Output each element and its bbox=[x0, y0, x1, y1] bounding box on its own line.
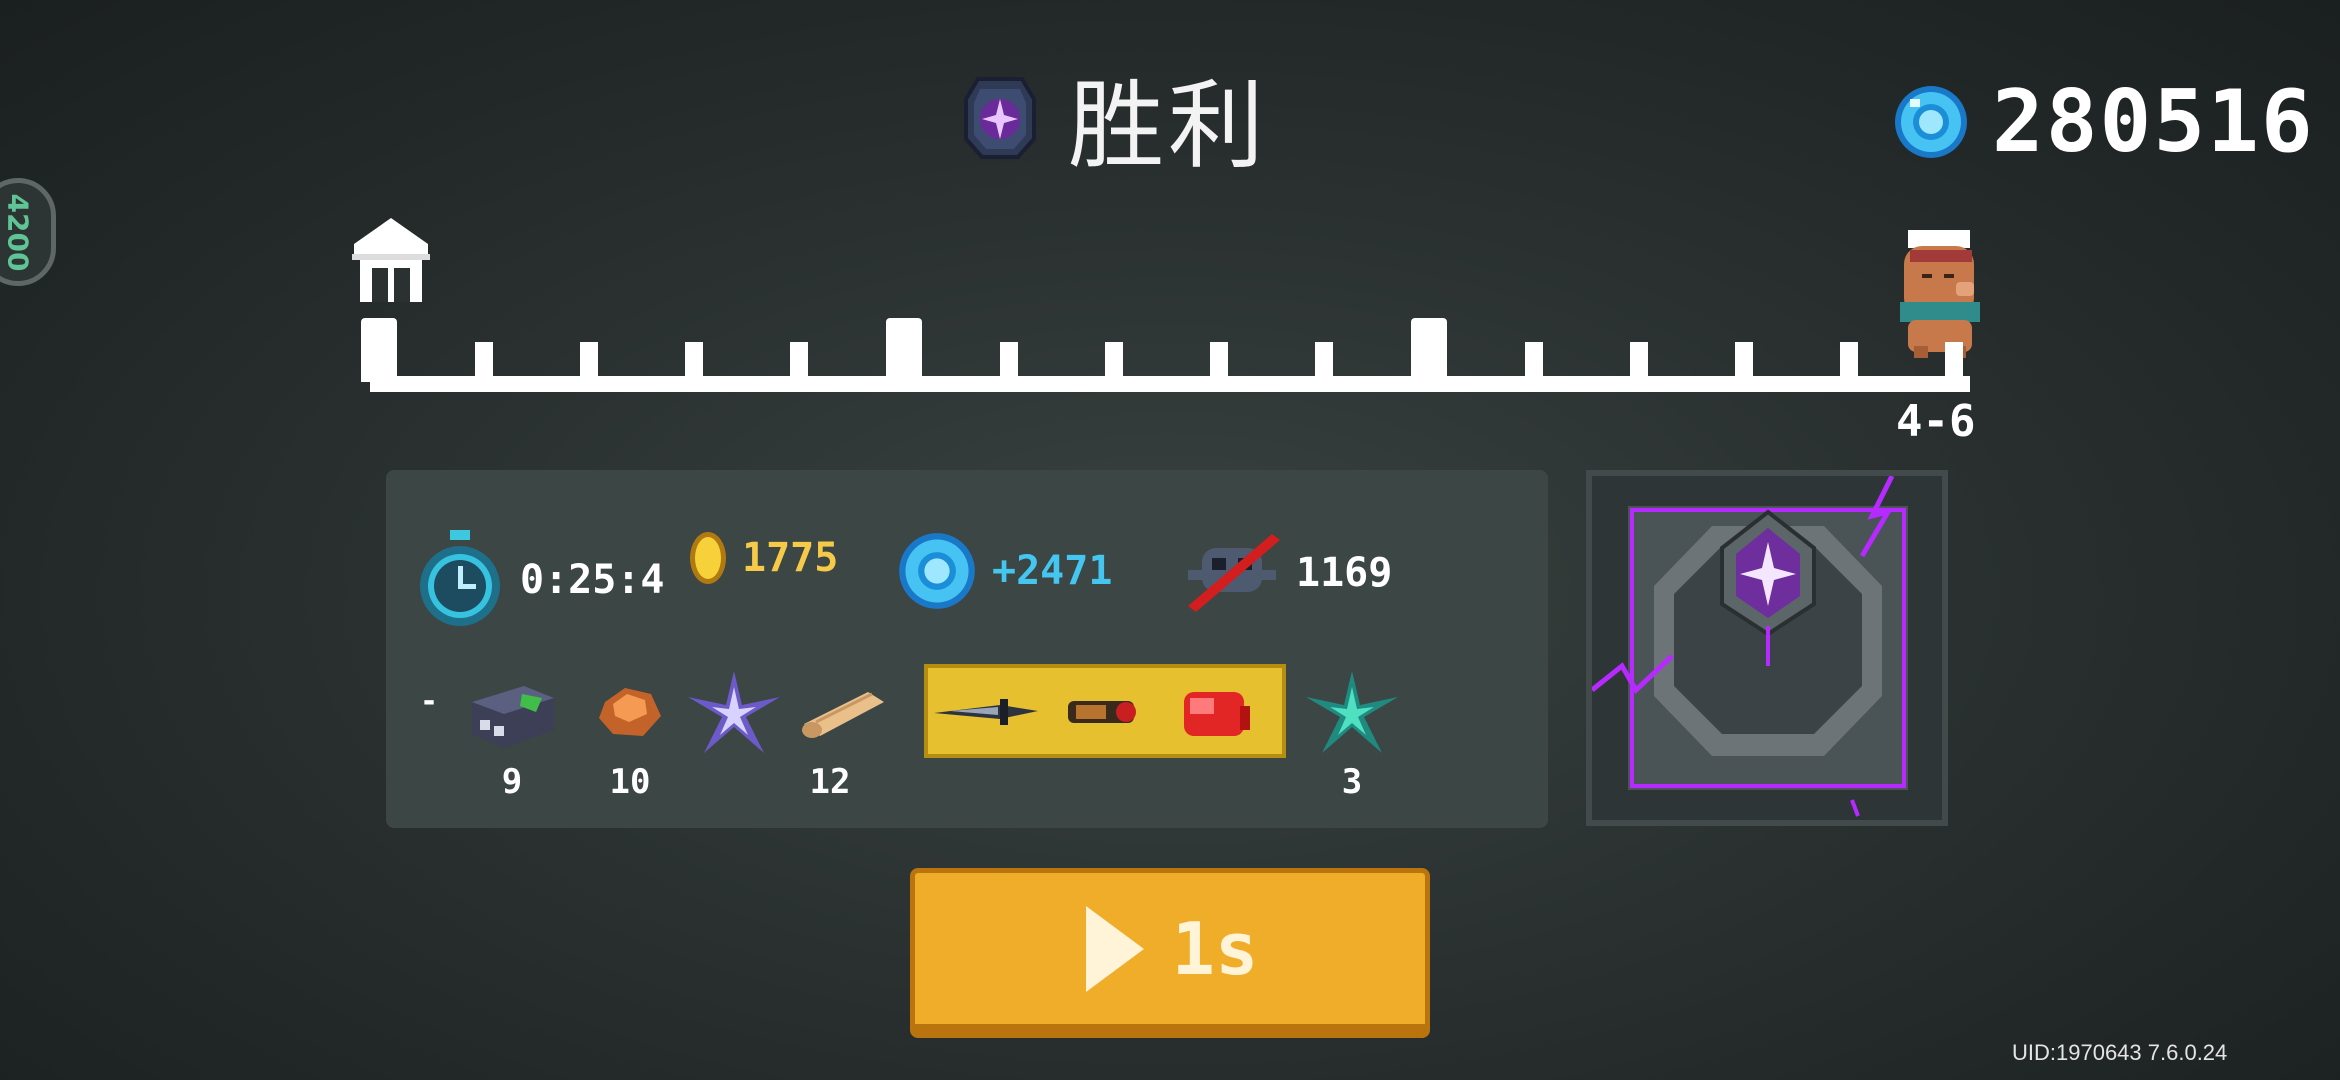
stage-marker bbox=[1315, 342, 1333, 382]
blue-gem-icon bbox=[1895, 86, 1967, 158]
gem-counter: 280516 bbox=[1892, 72, 2315, 172]
loot-count: 10 bbox=[609, 762, 651, 802]
loot-item[interactable] bbox=[462, 662, 562, 762]
dark-crystal-icon bbox=[964, 77, 1036, 159]
loot-item[interactable] bbox=[794, 662, 894, 762]
stats-panel: 0:25:4 1775 +2471 1169 - 9 10 12 3 bbox=[386, 470, 1548, 828]
stage-marker bbox=[1525, 342, 1543, 382]
reward-chest[interactable] bbox=[1586, 470, 1948, 826]
continue-button[interactable]: 1s bbox=[910, 868, 1430, 1038]
uid-version: UID:1970643 7.6.0.24 bbox=[2012, 1040, 2228, 1065]
loot-count: 9 bbox=[501, 762, 523, 802]
stage-marker-boss bbox=[886, 318, 922, 382]
stage-marker bbox=[580, 342, 598, 382]
side-badge-label: 4200 bbox=[1, 193, 35, 271]
loot-count: 12 bbox=[809, 762, 851, 802]
loot-item[interactable] bbox=[930, 662, 1042, 762]
loot-item[interactable] bbox=[684, 662, 784, 762]
loot-item[interactable] bbox=[1166, 662, 1266, 762]
stage-marker bbox=[1735, 342, 1753, 382]
blue-gem-small-icon bbox=[899, 533, 975, 609]
title-bar: 胜利 bbox=[960, 62, 1268, 182]
stat-kills: 1169 bbox=[1182, 530, 1392, 616]
stat-gems-value: +2471 bbox=[992, 548, 1113, 594]
stage-marker bbox=[1840, 342, 1858, 382]
purple-shard-icon bbox=[688, 671, 780, 753]
continue-button-label: 1s bbox=[1171, 906, 1259, 991]
stage-marker bbox=[475, 342, 493, 382]
stage-marker bbox=[790, 342, 808, 382]
stage-marker bbox=[1630, 342, 1648, 382]
loot-item[interactable] bbox=[1052, 662, 1152, 762]
page-title: 胜利 bbox=[1068, 69, 1268, 182]
copper-ore-icon bbox=[599, 688, 661, 736]
stat-kills-value: 1169 bbox=[1296, 550, 1393, 596]
stage-marker-boss bbox=[361, 318, 397, 382]
wood-log-icon bbox=[802, 692, 884, 738]
gold-coin-icon bbox=[690, 532, 726, 584]
stage-marker bbox=[1000, 342, 1018, 382]
green-shard-icon bbox=[1306, 671, 1398, 753]
scope-icon bbox=[1068, 701, 1136, 723]
stat-gems: +2471 bbox=[896, 530, 1112, 612]
stat-time-value: 0:25:4 bbox=[520, 557, 665, 603]
stage-marker-boss bbox=[1411, 318, 1447, 382]
play-icon bbox=[1085, 905, 1144, 992]
kills-icon bbox=[1188, 534, 1280, 612]
side-badge[interactable]: 4200 bbox=[0, 178, 56, 286]
loot-item[interactable] bbox=[1302, 662, 1402, 762]
stage-marker bbox=[1945, 342, 1963, 382]
stage-marker bbox=[1210, 342, 1228, 382]
loot-count: 3 bbox=[1341, 762, 1363, 802]
red-glove-icon bbox=[1184, 692, 1250, 736]
dark-block-icon bbox=[472, 686, 554, 748]
stage-label: 4-6 bbox=[1896, 396, 1976, 447]
stage-marker bbox=[1105, 342, 1123, 382]
capybara-avatar-icon bbox=[1900, 230, 1980, 358]
gem-total: 280516 bbox=[1992, 72, 2315, 172]
crystal-chest-icon bbox=[1592, 476, 1908, 817]
dagger-icon bbox=[934, 699, 1038, 725]
stopwatch-icon bbox=[420, 530, 500, 626]
stat-gold: 1775 bbox=[688, 530, 838, 586]
home-icon bbox=[352, 218, 430, 302]
stage-progress-track bbox=[361, 318, 1970, 392]
loot-dash: - bbox=[420, 684, 439, 719]
loot-item[interactable] bbox=[580, 662, 680, 762]
stat-gold-value: 1775 bbox=[742, 535, 839, 581]
stat-time: 0:25:4 bbox=[414, 530, 665, 630]
stage-marker bbox=[685, 342, 703, 382]
